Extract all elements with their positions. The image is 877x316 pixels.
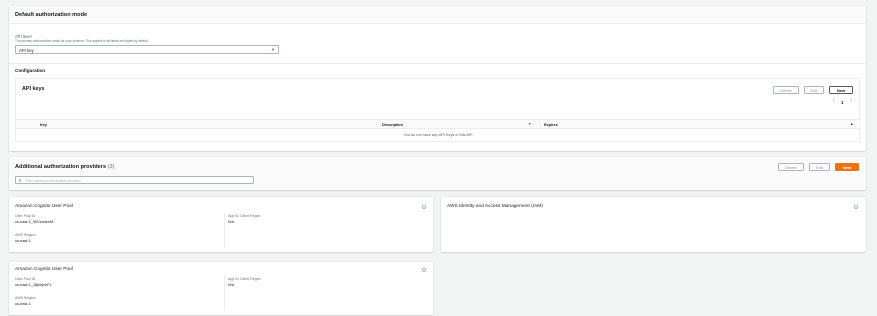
user-pool-id-label: User Pool ID bbox=[15, 277, 36, 281]
provider-select-radio[interactable] bbox=[422, 268, 426, 272]
user-pool-id-value: us-east-1_90VzxdenM bbox=[15, 219, 53, 224]
user-pool-id-value: us-east-1_18p6yxeFL bbox=[15, 282, 52, 287]
column-header-key[interactable]: Key bbox=[40, 123, 47, 127]
provider-select-radio[interactable] bbox=[854, 205, 858, 209]
pagination: 〈 1 〉 bbox=[828, 98, 858, 106]
additional-providers-count: (3) bbox=[107, 164, 115, 170]
additional-providers-panel: Additional authorization providers (3) D… bbox=[9, 157, 866, 190]
app-id-value: N/A bbox=[228, 219, 235, 224]
column-separator bbox=[540, 122, 541, 128]
api-level-selected-value: API key bbox=[19, 48, 34, 53]
api-keys-edit-button[interactable]: Edit bbox=[804, 86, 824, 94]
aws-region-value: us-east-1 bbox=[15, 301, 31, 306]
provider-select-radio[interactable] bbox=[422, 205, 426, 209]
api-level-select[interactable]: API key ▼ bbox=[15, 45, 279, 54]
provider-card-title: Amazon Cognito User Pool bbox=[15, 204, 73, 209]
default-authorization-panel: Default authorization mode API level The… bbox=[9, 6, 866, 151]
additional-edit-button[interactable]: Edit bbox=[809, 163, 830, 171]
additional-providers-title: Additional authorization providers (3) bbox=[15, 164, 114, 170]
caret-down-icon: ▼ bbox=[271, 47, 275, 53]
api-keys-empty-message: You do not have any API Keys in this API… bbox=[403, 133, 474, 137]
section-divider bbox=[9, 63, 866, 64]
page-number[interactable]: 1 bbox=[841, 100, 843, 105]
api-keys-table-header: Key Description ▼ Expires ▲ bbox=[16, 119, 861, 129]
app-id-label: App ID Client Regex bbox=[228, 277, 261, 281]
additional-new-button[interactable]: New bbox=[835, 163, 859, 171]
api-keys-title: API keys bbox=[22, 86, 45, 92]
api-keys-delete-button[interactable]: Delete bbox=[773, 86, 799, 94]
default-authorization-title: Default authorization mode bbox=[15, 12, 88, 18]
api-level-help: The primary authorization mode for your … bbox=[15, 39, 149, 43]
column-header-expires[interactable]: Expires bbox=[544, 123, 558, 127]
app-id-label: App ID Client Regex bbox=[228, 214, 261, 218]
additional-providers-title-text: Additional authorization providers bbox=[15, 164, 107, 170]
default-authorization-header bbox=[9, 6, 866, 24]
provider-card[interactable]: AWS Identity and Access Management (IAM) bbox=[441, 197, 866, 252]
app-id-value: N/A bbox=[228, 282, 235, 287]
api-keys-panel: API keys Delete Edit New 〈 1 〉 Key Descr… bbox=[15, 78, 861, 142]
aws-region-label: AWS Region bbox=[15, 233, 36, 237]
column-header-description[interactable]: Description bbox=[382, 123, 403, 127]
card-column-separator bbox=[224, 275, 225, 311]
sort-ascending-icon[interactable]: ▲ bbox=[850, 122, 853, 127]
chevron-right-icon[interactable]: 〉 bbox=[850, 99, 855, 104]
configuration-label: Configuration bbox=[15, 68, 46, 73]
chevron-left-icon[interactable]: 〈 bbox=[830, 99, 835, 104]
additional-delete-button[interactable]: Delete bbox=[778, 163, 804, 171]
sort-icon[interactable]: ▼ bbox=[528, 122, 531, 127]
user-pool-id-label: User Pool ID bbox=[15, 214, 36, 218]
provider-search-input[interactable]: ⚲ Filter additional authorization provid… bbox=[15, 176, 254, 184]
search-placeholder: Filter additional authorization provider… bbox=[26, 179, 81, 184]
aws-region-value: us-east-1 bbox=[15, 238, 31, 243]
search-icon: ⚲ bbox=[18, 177, 22, 183]
api-keys-new-button[interactable]: New bbox=[829, 86, 853, 94]
provider-card-title: AWS Identity and Access Management (IAM) bbox=[447, 204, 543, 209]
aws-region-label: AWS Region bbox=[15, 296, 36, 300]
card-column-separator bbox=[224, 212, 225, 248]
provider-card[interactable]: Amazon Cognito User Pool User Pool ID us… bbox=[9, 262, 433, 315]
provider-card[interactable]: Amazon Cognito User Pool User Pool ID us… bbox=[9, 197, 433, 252]
provider-card-title: Amazon Cognito User Pool bbox=[15, 267, 73, 272]
